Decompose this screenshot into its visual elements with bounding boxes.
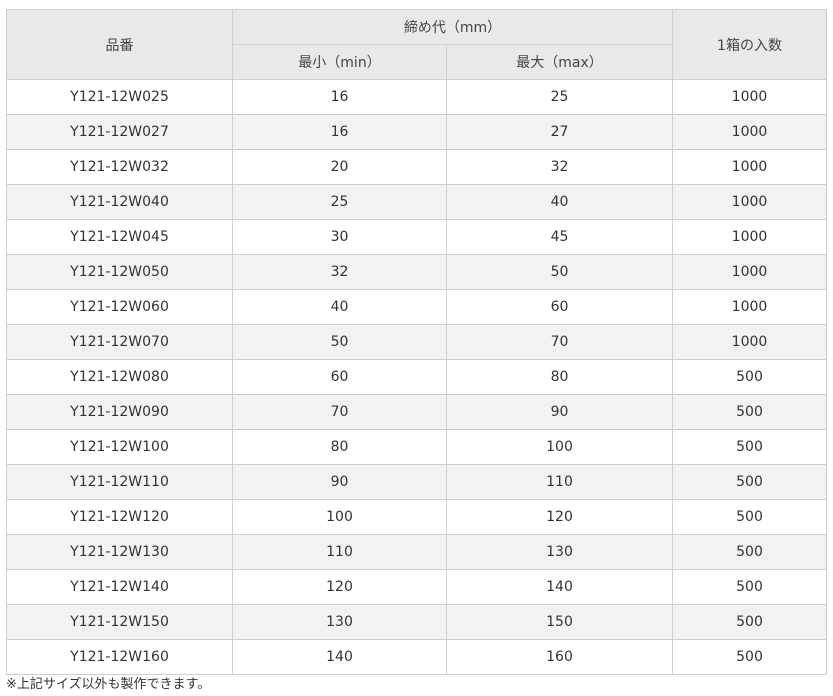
table-row: Y121-12W140 120 140 500 (6, 569, 827, 605)
cell-min: 100 (232, 499, 447, 535)
cell-quantity: 1000 (672, 254, 827, 290)
cell-max: 160 (446, 639, 673, 675)
cell-quantity: 500 (672, 394, 827, 430)
page: 品番 締め代（mm） 1箱の入数 最小（min） 最大（max） Y121-12… (0, 0, 833, 696)
cell-min: 25 (232, 184, 447, 220)
table-row: Y121-12W080 60 80 500 (6, 359, 827, 395)
header-part-number: 品番 (6, 9, 233, 80)
cell-min: 70 (232, 394, 447, 430)
cell-min: 20 (232, 149, 447, 185)
footnote: ※上記サイズ以外も製作できます。 (6, 677, 211, 692)
cell-quantity: 500 (672, 569, 827, 605)
table-row: Y121-12W050 32 50 1000 (6, 254, 827, 290)
cell-part-number: Y121-12W025 (6, 79, 233, 115)
table-row: Y121-12W025 16 25 1000 (6, 79, 827, 115)
table-row: Y121-12W027 16 27 1000 (6, 114, 827, 150)
cell-min: 16 (232, 114, 447, 150)
cell-min: 30 (232, 219, 447, 255)
table-row: Y121-12W060 40 60 1000 (6, 289, 827, 325)
table-body: Y121-12W025 16 25 1000 Y121-12W027 16 27 1000 Y1… (6, 79, 827, 675)
cell-max: 90 (446, 394, 673, 430)
cell-part-number: Y121-12W150 (6, 604, 233, 640)
cell-max: 50 (446, 254, 673, 290)
cell-quantity: 1000 (672, 324, 827, 360)
cell-part-number: Y121-12W160 (6, 639, 233, 675)
table-row: Y121-12W110 90 110 500 (6, 464, 827, 500)
cell-max: 150 (446, 604, 673, 640)
cell-max: 120 (446, 499, 673, 535)
cell-quantity: 1000 (672, 184, 827, 220)
cell-part-number: Y121-12W045 (6, 219, 233, 255)
cell-quantity: 1000 (672, 114, 827, 150)
cell-min: 32 (232, 254, 447, 290)
cell-max: 80 (446, 359, 673, 395)
cell-part-number: Y121-12W070 (6, 324, 233, 360)
table-row: Y121-12W100 80 100 500 (6, 429, 827, 465)
cell-max: 140 (446, 569, 673, 605)
cell-part-number: Y121-12W027 (6, 114, 233, 150)
cell-min: 60 (232, 359, 447, 395)
table-row: Y121-12W032 20 32 1000 (6, 149, 827, 185)
cell-max: 100 (446, 429, 673, 465)
cell-part-number: Y121-12W060 (6, 289, 233, 325)
cell-quantity: 500 (672, 534, 827, 570)
cell-part-number: Y121-12W120 (6, 499, 233, 535)
header-max: 最大（max） (446, 44, 673, 80)
cell-min: 50 (232, 324, 447, 360)
cell-max: 32 (446, 149, 673, 185)
cell-part-number: Y121-12W040 (6, 184, 233, 220)
cell-quantity: 500 (672, 639, 827, 675)
cell-part-number: Y121-12W130 (6, 534, 233, 570)
table-row: Y121-12W130 110 130 500 (6, 534, 827, 570)
cell-part-number: Y121-12W140 (6, 569, 233, 605)
cell-max: 45 (446, 219, 673, 255)
cell-max: 40 (446, 184, 673, 220)
cell-part-number: Y121-12W050 (6, 254, 233, 290)
cell-quantity: 500 (672, 499, 827, 535)
header-min: 最小（min） (232, 44, 447, 80)
header-tightening-range: 締め代（mm） (232, 9, 673, 45)
spec-table: 品番 締め代（mm） 1箱の入数 最小（min） 最大（max） Y121-12… (6, 9, 827, 675)
cell-min: 40 (232, 289, 447, 325)
cell-quantity: 500 (672, 429, 827, 465)
cell-quantity: 1000 (672, 289, 827, 325)
cell-max: 60 (446, 289, 673, 325)
cell-quantity: 1000 (672, 149, 827, 185)
header-per-box: 1箱の入数 (672, 9, 827, 80)
cell-part-number: Y121-12W032 (6, 149, 233, 185)
cell-min: 120 (232, 569, 447, 605)
cell-max: 27 (446, 114, 673, 150)
table-row: Y121-12W160 140 160 500 (6, 639, 827, 675)
cell-min: 16 (232, 79, 447, 115)
cell-max: 70 (446, 324, 673, 360)
cell-min: 90 (232, 464, 447, 500)
cell-part-number: Y121-12W080 (6, 359, 233, 395)
cell-min: 80 (232, 429, 447, 465)
cell-quantity: 1000 (672, 79, 827, 115)
cell-max: 110 (446, 464, 673, 500)
table-row: Y121-12W120 100 120 500 (6, 499, 827, 535)
cell-part-number: Y121-12W110 (6, 464, 233, 500)
cell-min: 110 (232, 534, 447, 570)
table-row: Y121-12W070 50 70 1000 (6, 324, 827, 360)
cell-part-number: Y121-12W100 (6, 429, 233, 465)
cell-part-number: Y121-12W090 (6, 394, 233, 430)
cell-quantity: 500 (672, 359, 827, 395)
cell-quantity: 1000 (672, 219, 827, 255)
table-header: 品番 締め代（mm） 1箱の入数 最小（min） 最大（max） (6, 9, 827, 80)
cell-min: 130 (232, 604, 447, 640)
cell-quantity: 500 (672, 604, 827, 640)
table-row: Y121-12W045 30 45 1000 (6, 219, 827, 255)
table-row: Y121-12W040 25 40 1000 (6, 184, 827, 220)
cell-max: 130 (446, 534, 673, 570)
table-row: Y121-12W090 70 90 500 (6, 394, 827, 430)
cell-quantity: 500 (672, 464, 827, 500)
cell-min: 140 (232, 639, 447, 675)
table-row: Y121-12W150 130 150 500 (6, 604, 827, 640)
cell-max: 25 (446, 79, 673, 115)
